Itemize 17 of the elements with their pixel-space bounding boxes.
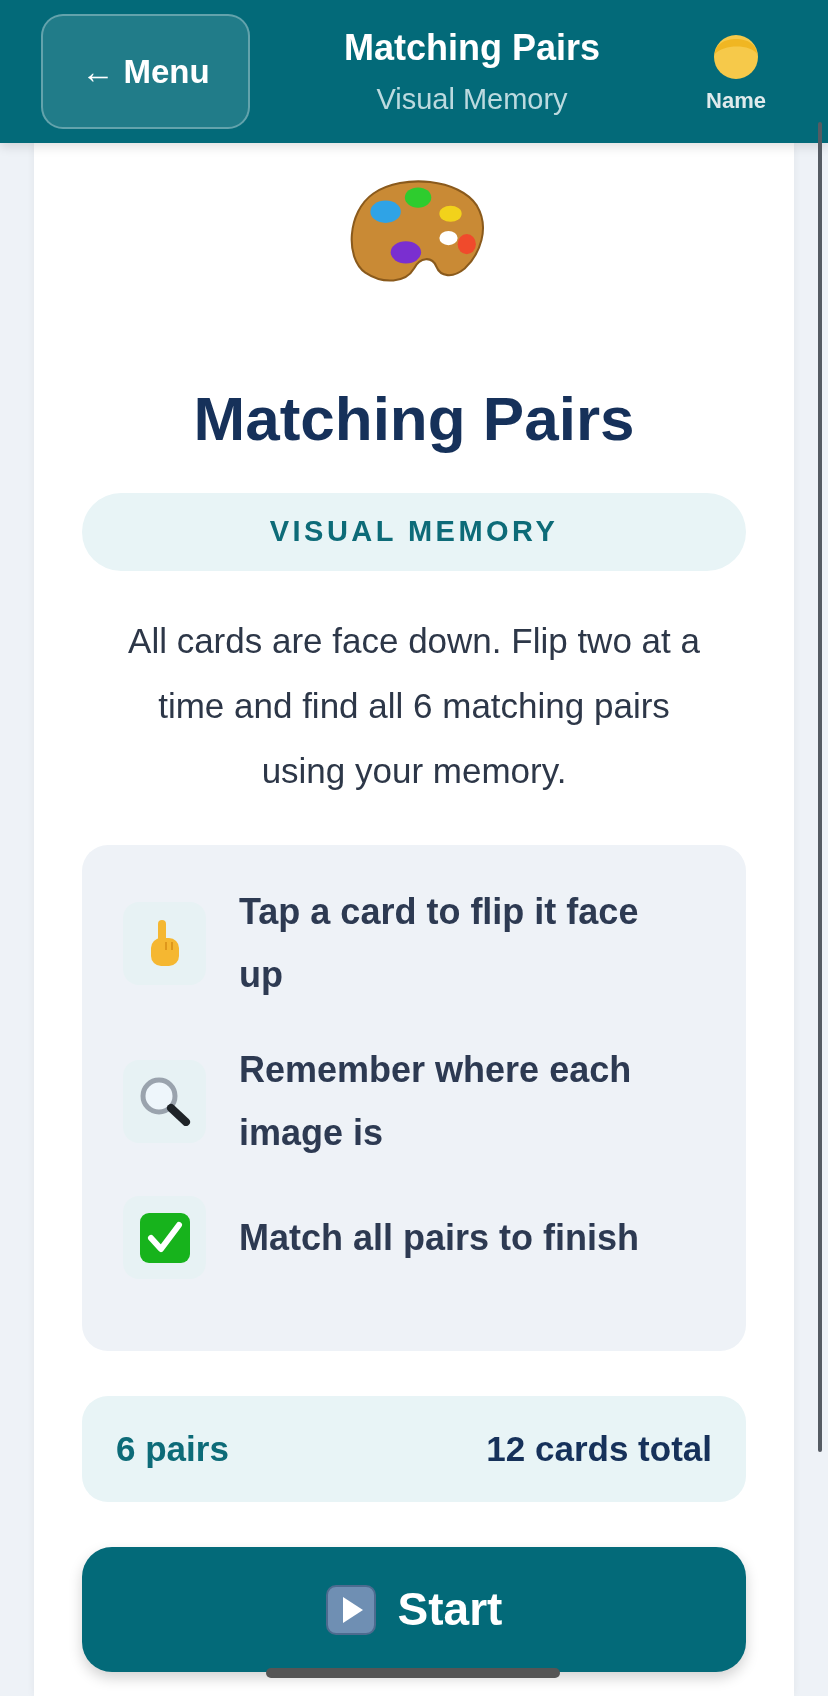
search-icon bbox=[123, 1059, 206, 1143]
pairs-count: 6 pairs bbox=[116, 1427, 229, 1470]
category-badge: VISUAL MEMORY bbox=[82, 493, 746, 571]
pointing-hand-icon bbox=[123, 901, 206, 985]
check-icon bbox=[123, 1196, 206, 1279]
game-title: Matching Pairs bbox=[192, 383, 636, 455]
user-name: Name bbox=[706, 87, 766, 115]
cards-total: 12 cards total bbox=[486, 1427, 712, 1470]
instruction-text: Remember where each image is bbox=[239, 1048, 633, 1155]
header-title: Matching Pairs bbox=[343, 26, 601, 69]
back-button[interactable]: ← Menu bbox=[41, 14, 250, 129]
instruction-text: Tap a card to flip it face up bbox=[239, 890, 640, 997]
play-icon bbox=[325, 1584, 376, 1635]
game-description: All cards are face down. Flip two at a time and find all 6 matching pairs using your memory. bbox=[127, 620, 701, 792]
start-button[interactable]: Start bbox=[82, 1547, 746, 1672]
instruction-text: Match all pairs to finish bbox=[239, 1216, 641, 1260]
header-subtitle: Visual Memory bbox=[376, 81, 568, 117]
